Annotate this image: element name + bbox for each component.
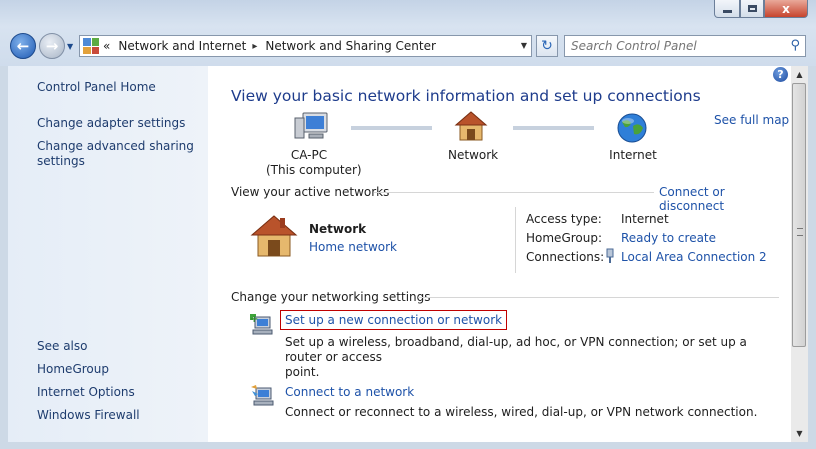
networking-settings-divider [418,297,779,298]
vertical-scrollbar[interactable]: ▲ ▼ [791,66,808,442]
active-networks-heading: View your active networks [231,185,390,199]
refresh-icon: ↻ [541,38,553,54]
active-networks-vertical-divider [515,207,516,273]
connect-or-disconnect-link[interactable]: Connect or disconnect [659,185,791,213]
refresh-button[interactable]: ↻ [536,35,558,57]
maximize-icon [747,5,757,12]
breadcrumb-sharing-center[interactable]: Network and Sharing Center [265,39,436,53]
setup-new-connection-link[interactable]: Set up a new connection or network [280,310,508,330]
minimize-icon [722,9,732,13]
windows-firewall-link[interactable]: Windows Firewall [37,408,140,423]
ethernet-icon [605,248,615,264]
scroll-down-arrow-icon[interactable]: ▼ [791,425,808,442]
maximize-button[interactable] [740,0,764,18]
close-button[interactable]: x [764,0,808,18]
forward-arrow-icon: → [45,37,59,55]
minimize-button[interactable] [714,0,740,18]
svg-text:+: + [250,314,258,325]
breadcrumb-separator[interactable]: ▸ [252,41,257,52]
close-icon: x [782,1,790,16]
scrollbar-grip-icon [797,228,803,236]
help-icon: ? [777,68,784,81]
connections-label: Connections: [526,250,605,264]
address-bar[interactable]: « Network and Internet ▸ Network and Sha… [79,35,532,57]
link-line-network-internet [513,126,594,130]
address-dropdown-icon[interactable]: ▼ [521,41,527,50]
control-panel-home-link[interactable]: Control Panel Home [37,80,156,95]
back-button[interactable]: ← [10,33,36,59]
change-adapter-settings-link[interactable]: Change adapter settings [37,116,185,131]
active-networks-divider [374,192,654,193]
breadcrumb-overflow[interactable]: « [103,39,110,53]
network-map-label: Network [448,148,499,162]
house-icon[interactable] [454,110,488,142]
help-button[interactable]: ? [773,67,788,82]
access-type-label: Access type: [526,212,602,226]
computer-name: CA-PC [290,148,328,162]
search-box[interactable]: ⚲ [564,35,806,57]
link-line-computer-network [351,126,432,130]
internet-map-label: Internet [609,148,657,162]
main-content: View your basic network information and … [208,66,791,442]
setup-connection-description: Set up a wireless, broadband, dial-up, a… [285,335,785,380]
advanced-sharing-line1: Change advanced sharing [37,139,194,153]
house-icon [249,213,299,259]
ready-to-create-link[interactable]: Ready to create [621,231,716,245]
recent-pages-dropdown[interactable]: ▼ [67,42,73,51]
change-advanced-sharing-link[interactable]: Change advanced sharing settings [37,139,194,169]
search-input[interactable] [565,38,783,54]
forward-button[interactable]: → [39,33,65,59]
connect-to-network-link[interactable]: Connect to a network [285,385,414,399]
breadcrumb-network-internet[interactable]: Network and Internet [118,39,246,53]
setup-desc-line2: point. [285,365,320,379]
page-title: View your basic network information and … [231,87,701,105]
home-network-link[interactable]: Home network [309,240,397,254]
computer-subtitle: (This computer) [266,163,362,177]
globe-icon[interactable] [616,112,648,144]
computer-icon[interactable] [293,110,331,144]
networking-settings-heading: Change your networking settings [231,290,431,304]
homegroup-link[interactable]: HomeGroup [37,362,109,377]
scroll-up-arrow-icon[interactable]: ▲ [791,66,808,83]
scrollbar-thumb[interactable] [792,83,806,347]
local-area-connection-link[interactable]: Local Area Connection 2 [621,250,767,264]
window-controls: x [714,0,808,18]
setup-desc-line1: Set up a wireless, broadband, dial-up, a… [285,335,747,364]
back-arrow-icon: ← [16,37,30,55]
homegroup-label: HomeGroup: [526,231,603,245]
active-network-name: Network [309,222,367,236]
new-connection-icon: + [249,313,275,337]
connect-to-network-description: Connect or reconnect to a wireless, wire… [285,405,758,419]
search-icon[interactable]: ⚲ [790,38,800,53]
see-also-heading: See also [37,339,88,353]
access-type-value: Internet [621,212,669,226]
left-navigation-pane: Control Panel Home Change adapter settin… [8,66,208,442]
connect-network-icon [250,384,276,408]
see-full-map-link[interactable]: See full map [714,113,789,127]
internet-options-link[interactable]: Internet Options [37,385,135,400]
advanced-sharing-line2: settings [37,154,85,168]
control-panel-icon [83,38,99,54]
